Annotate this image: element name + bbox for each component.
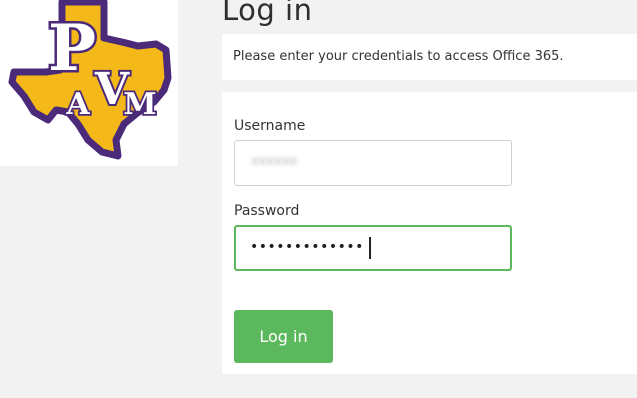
login-button[interactable]: Log in	[234, 310, 333, 363]
username-field[interactable]: xxxxxx	[234, 140, 512, 186]
pvamu-logo-icon: P V A M	[8, 0, 172, 160]
notice-text: Please enter your credentials to access …	[233, 49, 564, 64]
username-label: Username	[234, 118, 306, 134]
text-caret	[369, 237, 371, 259]
svg-text:P: P	[48, 11, 96, 86]
svg-text:M: M	[123, 87, 156, 122]
username-value: xxxxxx	[251, 154, 298, 169]
password-field[interactable]: •••••••••••••	[234, 225, 512, 271]
notice-banner: Please enter your credentials to access …	[222, 34, 637, 80]
svg-text:A: A	[65, 87, 90, 122]
logo-area: P V A M	[0, 0, 178, 166]
password-label: Password	[234, 203, 300, 219]
login-form: Username xxxxxx Password ••••••••••••• L…	[222, 92, 637, 374]
page-title: Log in	[222, 0, 313, 27]
password-value: •••••••••••••	[250, 239, 364, 255]
